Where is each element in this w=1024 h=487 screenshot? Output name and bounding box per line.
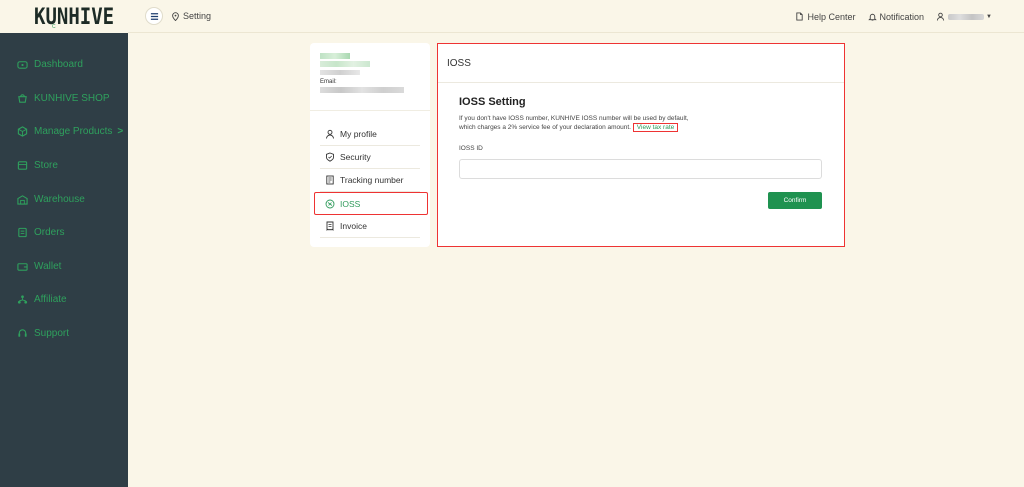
logo-text: KUNHIVE — [34, 3, 115, 30]
description-line-2: which charges a 2% service fee of your d… — [459, 124, 631, 131]
settings-item-tracking-number[interactable]: Tracking number — [320, 169, 420, 192]
settings-item-my-profile[interactable]: My profile — [320, 123, 420, 146]
caret-down-icon: ▼ — [986, 13, 992, 20]
card-body: IOSS Setting If you don't have IOSS numb… — [438, 83, 844, 179]
sidebar-item-label: Orders — [34, 227, 65, 239]
sidebar-item-warehouse[interactable]: Warehouse — [0, 182, 128, 216]
settings-item-ioss[interactable]: IOSS — [314, 192, 428, 215]
orders-icon — [16, 227, 28, 239]
sidebar: KUNHIVE C Dashboard KUNHIVE SHOP Manage … — [0, 0, 128, 487]
menu-toggle-button[interactable] — [145, 7, 163, 25]
wallet-icon — [16, 260, 28, 272]
sidebar-item-label: Warehouse — [34, 193, 85, 205]
ioss-description: If you don't have IOSS number, KUNHIVE I… — [459, 114, 822, 132]
userid-redacted — [320, 70, 360, 75]
store-icon — [16, 160, 28, 172]
topbar: Setting Help Center Notification ▼ — [128, 0, 1024, 33]
sidebar-item-kunhive-shop[interactable]: KUNHIVE SHOP — [0, 82, 128, 116]
shield-icon — [326, 152, 334, 162]
help-center-label: Help Center — [807, 11, 856, 22]
warehouse-icon — [16, 193, 28, 205]
tracking-icon — [326, 175, 334, 185]
settings-item-label: My profile — [340, 129, 377, 139]
logo[interactable]: KUNHIVE C — [0, 0, 128, 33]
avatar-redacted — [320, 53, 350, 59]
affiliate-icon — [16, 294, 28, 306]
breadcrumb-label: Setting — [183, 11, 212, 21]
help-center-link[interactable]: Help Center — [795, 11, 856, 22]
bell-icon — [867, 13, 877, 21]
document-icon — [796, 12, 804, 21]
support-icon — [16, 328, 28, 340]
sidebar-item-label: Support — [34, 328, 70, 340]
settings-item-label: Invoice — [340, 221, 367, 231]
profile-summary: Email: — [310, 43, 430, 111]
user-icon — [936, 12, 945, 21]
settings-item-security[interactable]: Security — [320, 146, 420, 169]
dashboard-icon — [16, 59, 28, 71]
sidebar-item-label: Store — [34, 160, 58, 172]
sidebar-item-label: KUNHIVE SHOP — [34, 92, 110, 104]
sidebar-item-orders[interactable]: Orders — [0, 216, 128, 250]
sidebar-item-wallet[interactable]: Wallet — [0, 250, 128, 284]
logo-sub: C — [52, 24, 57, 30]
email-redacted — [320, 87, 404, 93]
hamburger-icon — [150, 12, 158, 20]
sidebar-item-label: Manage Products — [34, 126, 113, 138]
username-redacted — [320, 61, 370, 67]
sidebar-item-label: Affiliate — [34, 294, 67, 306]
ioss-card: IOSS IOSS Setting If you don't have IOSS… — [437, 43, 845, 247]
notification-label: Notification — [879, 11, 925, 22]
description-line-1: If you don't have IOSS number, KUNHIVE I… — [459, 115, 689, 122]
sidebar-item-store[interactable]: Store — [0, 149, 128, 183]
invoice-icon — [326, 221, 334, 231]
shop-icon — [16, 92, 28, 104]
sidebar-nav: Dashboard KUNHIVE SHOP Manage Products >… — [0, 33, 128, 350]
ioss-icon — [325, 199, 335, 208]
notification-link[interactable]: Notification — [867, 11, 925, 22]
sidebar-item-manage-products[interactable]: Manage Products > — [0, 115, 128, 149]
confirm-button[interactable]: Confirm — [768, 192, 822, 209]
user-name-redacted — [948, 13, 985, 20]
section-title: IOSS Setting — [459, 96, 526, 108]
settings-item-label: Security — [340, 152, 371, 162]
sidebar-item-label: Wallet — [34, 260, 62, 272]
settings-menu: My profile Security Tracking number IOSS… — [310, 111, 430, 238]
view-tax-rate-link[interactable]: View tax rate — [632, 123, 679, 132]
settings-side-card: Email: My profile Security Tracking numb… — [310, 43, 430, 247]
settings-item-label: Tracking number — [340, 175, 404, 185]
chevron-right-icon: > — [117, 126, 124, 138]
sidebar-item-dashboard[interactable]: Dashboard — [0, 48, 128, 82]
ioss-id-label: IOSS ID — [459, 145, 483, 152]
sidebar-item-affiliate[interactable]: Affiliate — [0, 283, 128, 317]
settings-item-invoice[interactable]: Invoice — [320, 215, 420, 238]
card-header: IOSS — [438, 44, 844, 83]
location-pin-icon — [172, 11, 179, 21]
breadcrumb: Setting — [171, 11, 211, 21]
email-label: Email: — [320, 79, 337, 85]
sidebar-item-support[interactable]: Support — [0, 317, 128, 351]
settings-item-label: IOSS — [340, 198, 361, 209]
user-icon — [326, 129, 334, 139]
ioss-id-input[interactable] — [459, 158, 822, 179]
sidebar-item-label: Dashboard — [34, 59, 83, 71]
topbar-actions: Help Center Notification ▼ — [783, 0, 992, 33]
products-icon — [16, 126, 28, 138]
user-menu[interactable]: ▼ — [936, 12, 992, 21]
